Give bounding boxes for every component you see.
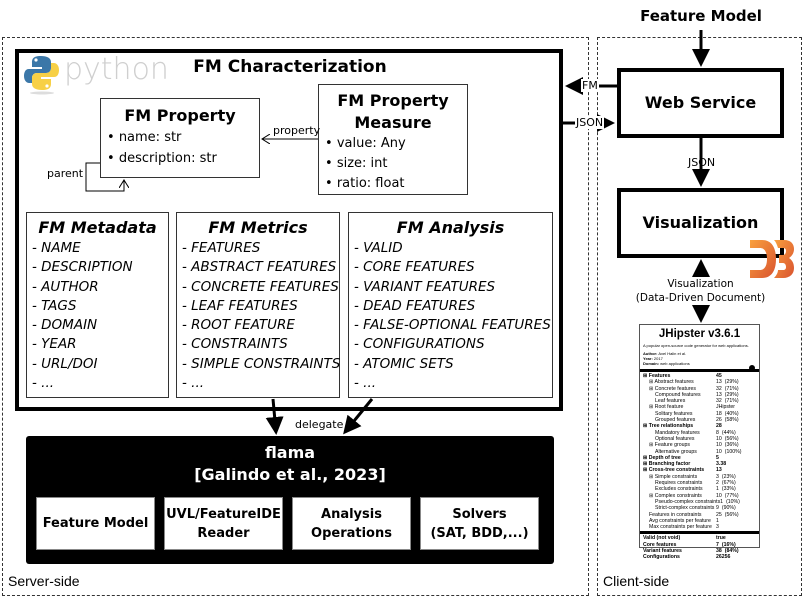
delegate-arrow-analysis	[343, 398, 374, 435]
delegate-arrow-metrics	[265, 398, 284, 435]
parent-relation-line	[85, 162, 124, 192]
connectors	[85, 30, 710, 435]
fm-arrow-label: FM	[581, 79, 599, 92]
json-arrow-label: JSON	[575, 116, 605, 129]
